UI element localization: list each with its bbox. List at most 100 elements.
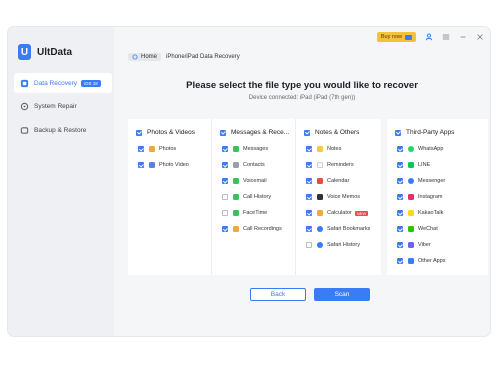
messages-category-header[interactable]: Messages & Rece... bbox=[220, 129, 289, 136]
checkbox[interactable] bbox=[306, 162, 312, 168]
item-label: LINE bbox=[418, 162, 431, 168]
home-icon bbox=[132, 54, 138, 60]
buy-now-label: Buy now bbox=[380, 34, 402, 40]
breadcrumb: Home iPhone/iPad Data Recovery bbox=[128, 53, 240, 61]
item-label: Call Recordings bbox=[243, 226, 282, 232]
wechat-icon bbox=[408, 226, 414, 232]
checkbox[interactable] bbox=[306, 178, 312, 184]
item-label: WhatsApp bbox=[418, 146, 444, 152]
line-icon bbox=[408, 162, 414, 168]
photos-column: Photos & Videos Photos Photo Video bbox=[128, 119, 211, 275]
file-type-item[interactable]: Safari History bbox=[306, 242, 360, 248]
file-type-item[interactable]: Photos bbox=[138, 146, 176, 152]
item-label: Safari History bbox=[327, 242, 361, 248]
file-type-item[interactable]: KakaoTalk bbox=[397, 210, 443, 216]
item-label: Calendar bbox=[327, 178, 350, 184]
file-type-item[interactable]: Notes bbox=[306, 146, 341, 152]
checkbox[interactable] bbox=[397, 162, 403, 168]
back-button[interactable]: Back bbox=[250, 288, 306, 301]
file-type-item[interactable]: Reminders bbox=[306, 162, 354, 168]
page-title: Please select the file type you would li… bbox=[186, 80, 418, 91]
app-window: U UltData Data Recovery iOS 18 System Re… bbox=[8, 27, 490, 336]
photos-category-title: Photos & Videos bbox=[147, 129, 195, 136]
app-name: UltData bbox=[37, 46, 73, 58]
breadcrumb-home[interactable]: Home bbox=[128, 53, 162, 61]
file-type-item[interactable]: Calendar bbox=[306, 178, 349, 184]
checkbox[interactable] bbox=[222, 194, 228, 200]
checkbox[interactable] bbox=[397, 194, 403, 200]
third-party-category-header[interactable]: Third-Party Apps bbox=[395, 129, 454, 136]
file-type-item[interactable]: WeChat bbox=[397, 226, 438, 232]
checkbox[interactable] bbox=[306, 146, 312, 152]
ios-badge: iOS 18 bbox=[81, 79, 101, 87]
checkbox[interactable] bbox=[397, 210, 403, 216]
sidebar-item-system-repair[interactable]: System Repair bbox=[14, 96, 112, 116]
checkbox[interactable] bbox=[222, 210, 228, 216]
sidebar-item-backup-restore[interactable]: Backup & Restore bbox=[14, 120, 112, 140]
buy-now-button[interactable]: Buy now bbox=[376, 32, 416, 42]
checkbox[interactable] bbox=[397, 178, 403, 184]
checkbox[interactable] bbox=[306, 194, 312, 200]
third-party-select-all-checkbox[interactable] bbox=[395, 129, 401, 136]
new-badge: NEW bbox=[354, 210, 369, 216]
sidebar-item-data-recovery[interactable]: Data Recovery iOS 18 bbox=[14, 73, 112, 93]
checkbox[interactable] bbox=[222, 146, 228, 152]
file-type-item[interactable]: Messages bbox=[222, 146, 268, 152]
file-type-item[interactable]: Voicemail bbox=[222, 178, 267, 184]
kakaotalk-icon bbox=[408, 210, 414, 216]
checkbox[interactable] bbox=[138, 146, 144, 152]
file-type-item[interactable]: Other Apps bbox=[397, 258, 446, 264]
checkbox[interactable] bbox=[306, 242, 312, 248]
checkbox[interactable] bbox=[397, 226, 403, 232]
checkbox[interactable] bbox=[306, 226, 312, 232]
checkbox[interactable] bbox=[397, 258, 403, 264]
instagram-icon bbox=[408, 194, 414, 200]
menu-icon[interactable] bbox=[441, 33, 450, 42]
file-type-item[interactable]: Calculator NEW bbox=[306, 210, 369, 216]
file-type-item[interactable]: Viber bbox=[397, 242, 431, 248]
sidebar-item-label: System Repair bbox=[34, 102, 77, 110]
notes-column: Notes & Others Notes Reminders Calendar bbox=[295, 119, 381, 275]
notes-category-header[interactable]: Notes & Others bbox=[304, 129, 359, 136]
messages-select-all-checkbox[interactable] bbox=[220, 129, 226, 136]
photos-select-all-checkbox[interactable] bbox=[136, 129, 142, 136]
call-history-icon bbox=[233, 194, 239, 200]
photos-category-header[interactable]: Photos & Videos bbox=[136, 129, 195, 136]
contacts-icon bbox=[233, 162, 239, 168]
checkbox[interactable] bbox=[222, 178, 228, 184]
checkbox[interactable] bbox=[397, 146, 403, 152]
photos-icon bbox=[149, 146, 155, 152]
scan-button[interactable]: Scan bbox=[314, 288, 370, 301]
breadcrumb-home-label: Home bbox=[141, 54, 158, 60]
call-recordings-icon bbox=[233, 226, 239, 232]
checkbox[interactable] bbox=[222, 226, 228, 232]
third-party-panel: Third-Party Apps WhatsApp LINE Messenger bbox=[387, 119, 488, 275]
file-type-item[interactable]: WhatsApp bbox=[397, 146, 443, 152]
item-label: Reminders bbox=[327, 162, 354, 168]
recover-icon bbox=[20, 79, 29, 88]
checkbox[interactable] bbox=[222, 162, 228, 168]
item-label: Photo Video bbox=[159, 162, 189, 168]
item-label: Voice Memos bbox=[327, 194, 361, 200]
checkbox[interactable] bbox=[138, 162, 144, 168]
account-icon[interactable] bbox=[424, 33, 433, 42]
item-label: Messages bbox=[243, 146, 269, 152]
file-type-item[interactable]: Voice Memos bbox=[306, 194, 360, 200]
file-type-item[interactable]: Call Recordings bbox=[222, 226, 282, 232]
close-icon[interactable] bbox=[475, 33, 484, 42]
app-logo: U UltData bbox=[18, 44, 72, 60]
file-type-item[interactable]: Instagram bbox=[397, 194, 442, 200]
file-type-item[interactable]: FaceTime bbox=[222, 210, 267, 216]
minimize-icon[interactable] bbox=[458, 33, 467, 42]
file-type-item[interactable]: LINE bbox=[397, 162, 430, 168]
file-type-item[interactable]: Photo Video bbox=[138, 162, 189, 168]
file-type-item[interactable]: Call History bbox=[222, 194, 271, 200]
third-party-category-title: Third-Party Apps bbox=[406, 129, 455, 136]
checkbox[interactable] bbox=[397, 242, 403, 248]
device-status: Device connected: iPad (iPad (7th gen)) bbox=[248, 95, 356, 101]
file-type-item[interactable]: Contacts bbox=[222, 162, 265, 168]
notes-select-all-checkbox[interactable] bbox=[304, 129, 310, 136]
file-type-item[interactable]: Messenger bbox=[397, 178, 445, 184]
checkbox[interactable] bbox=[306, 210, 312, 216]
file-type-item[interactable]: Safari Bookmarks bbox=[306, 226, 370, 232]
